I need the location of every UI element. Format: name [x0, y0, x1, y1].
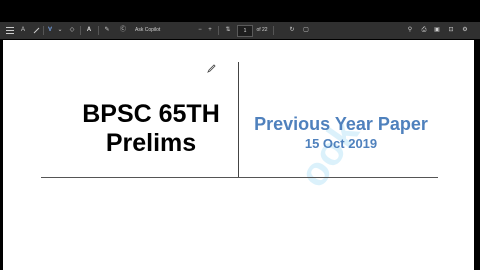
edit-icon[interactable]: ✎ [102, 25, 112, 36]
highlight-icon[interactable]: ∀ [45, 25, 55, 36]
read-aloud-icon[interactable]: A [18, 25, 28, 36]
toolbar-divider [218, 26, 219, 35]
search-icon[interactable]: ⚲ [405, 25, 415, 36]
horizontal-divider [41, 177, 438, 178]
toolbar-divider [43, 26, 44, 35]
zoom-in-icon[interactable]: + [206, 25, 214, 36]
document-date: 15 Oct 2019 [304, 136, 378, 151]
pdf-toolbar: A ∀ ⌄ ◇ 𝐀 ✎ Ⓒ Ask Copilot − + ⇅ 1 of 22 … [0, 22, 480, 39]
title-line-2: Prelims [105, 129, 197, 157]
print-icon[interactable]: ⎙ [419, 25, 429, 36]
toolbar-divider [98, 26, 99, 35]
fit-page-icon[interactable]: ⇅ [223, 25, 233, 36]
save-icon[interactable]: ▣ [432, 25, 442, 36]
document-subtitle: Previous Year Paper [254, 114, 428, 134]
title-line-1: BPSC 65TH [82, 100, 220, 128]
settings-icon[interactable]: ⚙ [460, 25, 470, 36]
toolbar-divider [273, 26, 274, 35]
document-title: BPSC 65TH Prelims [43, 100, 259, 158]
zoom-out-icon[interactable]: − [196, 25, 204, 36]
ask-copilot-button[interactable]: Ask Copilot [135, 25, 175, 36]
save-as-icon[interactable]: ⊡ [446, 25, 456, 36]
erase-icon[interactable]: ◇ [67, 25, 77, 36]
toolbar-divider [80, 26, 81, 35]
pdf-page: ook BPSC 65TH Prelims Previous Year Pape… [3, 40, 474, 270]
page-number-input[interactable]: 1 [237, 25, 253, 37]
draw-icon[interactable] [31, 25, 41, 36]
pencil-cursor-icon [207, 60, 216, 78]
contents-icon[interactable] [5, 25, 15, 36]
vertical-divider [238, 62, 239, 178]
page-view-icon[interactable]: ▢ [301, 25, 311, 36]
rotate-icon[interactable]: ↻ [287, 25, 297, 36]
add-text-icon[interactable]: 𝐀 [84, 25, 94, 36]
chevron-down-icon[interactable]: ⌄ [56, 25, 64, 36]
page-total-label: of 22 [256, 27, 268, 33]
copilot-icon[interactable]: Ⓒ [118, 25, 128, 36]
